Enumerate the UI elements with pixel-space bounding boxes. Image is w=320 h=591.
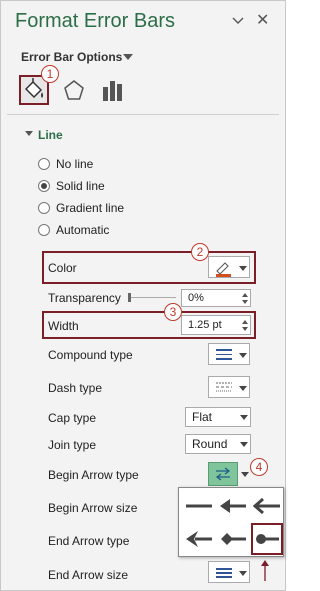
join-type-select[interactable]: Round — [185, 434, 251, 454]
dropdown-arrow-icon — [239, 353, 247, 358]
gallery-item-stealth-arrow[interactable] — [183, 525, 215, 553]
begin-arrow-type-button[interactable] — [208, 462, 238, 486]
begin-arrow-type-label: Begin Arrow type — [48, 468, 139, 482]
radio-automatic[interactable] — [38, 224, 50, 236]
transparency-input[interactable]: 0% — [181, 289, 251, 307]
arrows-icon — [215, 467, 231, 481]
line-icon — [186, 504, 212, 508]
width-value: 1.25 pt — [188, 319, 222, 331]
pen-color-icon — [216, 262, 231, 277]
close-icon[interactable]: ✕ — [256, 10, 270, 29]
step-badge-2: 2 — [191, 243, 209, 261]
dropdown-arrow-icon[interactable] — [241, 472, 249, 477]
divider — [7, 114, 279, 115]
pane-title: Format Error Bars — [15, 10, 176, 32]
open-arrow-left-icon — [252, 497, 280, 515]
tab-effects[interactable] — [63, 79, 85, 101]
transparency-value: 0% — [188, 292, 204, 304]
compound-type-button[interactable] — [208, 343, 250, 365]
join-type-value: Round — [192, 437, 228, 451]
diamond-arrow-icon — [221, 533, 246, 545]
dash-type-label: Dash type — [48, 381, 103, 395]
cap-type-value: Flat — [192, 410, 213, 424]
color-picker-button[interactable] — [208, 256, 250, 278]
dropdown-arrow-icon — [239, 266, 247, 271]
color-label: Color — [48, 261, 77, 275]
step-badge-3: 3 — [164, 303, 182, 321]
end-arrow-type-label: End Arrow type — [48, 534, 130, 548]
pointer-arrow-icon — [261, 560, 269, 581]
radio-solid-line[interactable] — [38, 180, 50, 192]
bar-chart-icon — [103, 81, 122, 101]
spin-up-icon[interactable] — [242, 293, 248, 297]
transparency-slider-track[interactable] — [128, 297, 176, 298]
dropdown-arrow-icon[interactable] — [123, 54, 133, 60]
spin-down-icon[interactable] — [242, 327, 248, 331]
radio-label-gradient-line[interactable]: Gradient line — [56, 201, 124, 215]
dropdown-arrow-icon — [240, 442, 248, 447]
spin-down-icon[interactable] — [242, 300, 248, 304]
dropdown-arrow-icon — [239, 386, 247, 391]
cap-type-select[interactable]: Flat — [185, 407, 251, 427]
step-badge-1: 1 — [41, 65, 59, 83]
pentagon-icon — [64, 80, 84, 100]
oval-arrow-icon — [256, 534, 279, 544]
stealth-arrow-left-icon — [186, 531, 212, 547]
join-type-label: Join type — [48, 438, 97, 452]
radio-label-automatic[interactable]: Automatic — [56, 223, 109, 237]
transparency-label: Transparency — [48, 291, 121, 305]
gallery-item-diamond-arrow[interactable] — [217, 525, 249, 553]
width-input[interactable]: 1.25 pt — [181, 315, 251, 335]
gallery-item-no-arrow[interactable] — [183, 492, 215, 520]
compound-lines-icon — [216, 349, 232, 360]
dropdown-arrow-icon — [239, 571, 247, 576]
transparency-slider-thumb[interactable] — [128, 293, 131, 302]
begin-arrow-size-label: Begin Arrow size — [48, 501, 138, 515]
radio-no-line[interactable] — [38, 158, 50, 170]
cap-type-label: Cap type — [48, 411, 97, 425]
dash-lines-icon — [216, 382, 232, 392]
gallery-item-oval-arrow[interactable] — [251, 523, 283, 555]
section-title-line[interactable]: Line — [38, 128, 63, 142]
end-arrow-size-label: End Arrow size — [48, 568, 129, 582]
end-arrow-size-button[interactable] — [208, 561, 250, 583]
collapse-arrow-icon[interactable] — [25, 131, 33, 136]
format-pane: Format Error Bars ✕ Error Bar Options 1 … — [0, 0, 286, 591]
step-badge-4: 4 — [250, 458, 268, 476]
chevron-down-icon[interactable] — [231, 14, 245, 28]
arrow-left-icon — [220, 499, 246, 513]
gallery-item-arrow[interactable] — [217, 492, 249, 520]
dropdown-arrow-icon — [240, 415, 248, 420]
radio-label-no-line[interactable]: No line — [56, 157, 93, 171]
paint-bucket-icon — [24, 78, 43, 99]
dash-type-button[interactable] — [208, 376, 250, 398]
gallery-item-open-arrow[interactable] — [251, 492, 283, 520]
arrow-type-gallery — [178, 487, 284, 557]
radio-gradient-line[interactable] — [38, 202, 50, 214]
width-label: Width — [48, 319, 79, 333]
compound-type-label: Compound type — [48, 348, 133, 362]
lines-icon — [216, 568, 232, 578]
radio-label-solid-line[interactable]: Solid line — [56, 179, 105, 193]
error-bar-options-dropdown[interactable]: Error Bar Options — [21, 50, 122, 64]
spin-up-icon[interactable] — [242, 320, 248, 324]
tab-options[interactable] — [101, 79, 125, 101]
